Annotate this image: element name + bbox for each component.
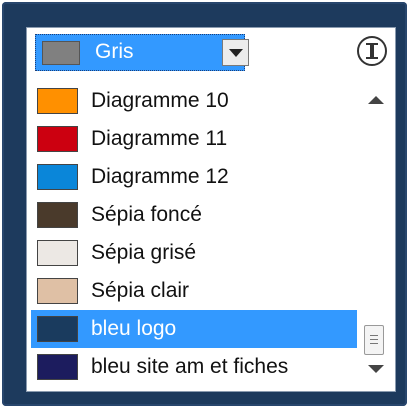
list-item[interactable]: Sépia grisé (31, 234, 357, 272)
window-frame: Gris Diagramme 10 Diagramme 11 Diagramme… (2, 2, 407, 406)
list-item-label: Sépia clair (91, 279, 190, 302)
color-swatch (37, 278, 78, 304)
dropdown-button[interactable] (222, 39, 249, 66)
scroll-down-arrow-icon[interactable] (368, 365, 384, 373)
color-swatch (37, 240, 78, 266)
list-item[interactable]: Sépia clair (31, 272, 357, 310)
list-item-label: bleu logo (91, 317, 177, 340)
selected-color-label: Gris (95, 40, 134, 63)
list-item-label: Diagramme 10 (91, 89, 229, 112)
list-item-label: Sépia grisé (91, 241, 197, 264)
info-button[interactable] (357, 36, 387, 66)
scroll-up-arrow-icon[interactable] (368, 96, 384, 104)
color-swatch (37, 316, 78, 342)
color-combo-box[interactable]: Gris (35, 34, 249, 71)
list-item[interactable]: Sépia foncé (31, 196, 357, 234)
list-item-label: bleu site am et fiches (91, 355, 289, 378)
color-swatch (37, 354, 78, 380)
scrollbar-thumb[interactable] (364, 325, 384, 355)
color-list: Diagramme 10 Diagramme 11 Diagramme 12 S… (31, 82, 357, 393)
vertical-scrollbar[interactable] (357, 82, 393, 388)
color-swatch (37, 126, 78, 152)
color-swatch (37, 88, 78, 114)
selected-color-swatch (42, 41, 80, 65)
list-item[interactable]: Diagramme 10 (31, 82, 357, 120)
chevron-down-icon (229, 49, 243, 57)
color-swatch (37, 202, 78, 228)
color-swatch (37, 164, 78, 190)
list-item[interactable]: Diagramme 12 (31, 158, 357, 196)
list-item[interactable]: bleu site am et fiches (31, 348, 357, 386)
list-item-label: Diagramme 11 (91, 127, 228, 150)
list-item[interactable]: Diagramme 11 (31, 120, 357, 158)
list-item[interactable]: bleu logo (31, 310, 357, 348)
list-item-label: Sépia foncé (91, 203, 202, 226)
list-item-label: Diagramme 12 (91, 165, 229, 188)
color-picker-panel: Gris Diagramme 10 Diagramme 11 Diagramme… (26, 27, 396, 392)
